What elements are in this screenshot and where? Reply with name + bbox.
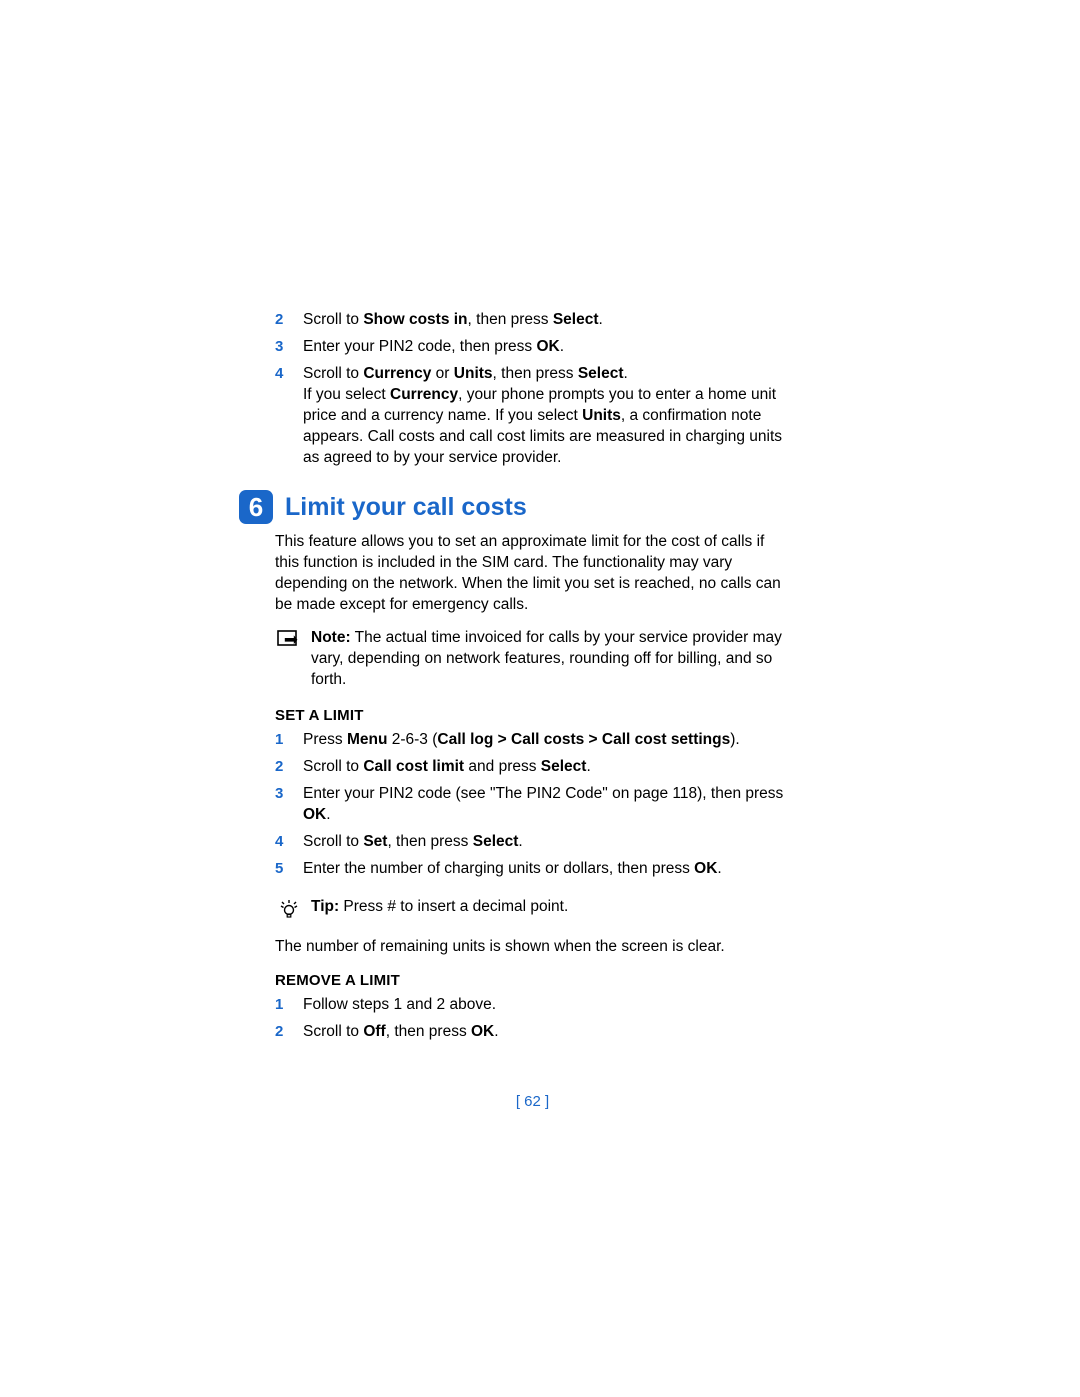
step-number: 4 xyxy=(275,364,303,384)
step-number: 2 xyxy=(275,757,303,777)
set-limit-heading: SET A LIMIT xyxy=(275,707,790,724)
document-page: 2 Scroll to Show costs in, then press Se… xyxy=(0,0,1080,1170)
set-limit-steps: 1 Press Menu 2-6-3 (Call log > Call cost… xyxy=(275,730,790,880)
top-steps: 2 Scroll to Show costs in, then press Se… xyxy=(275,310,790,468)
step-text: Press Menu 2-6-3 (Call log > Call costs … xyxy=(303,730,790,751)
step-number: 2 xyxy=(275,310,303,330)
step-text: Enter the number of charging units or do… xyxy=(303,859,790,880)
remove-limit-heading: REMOVE A LIMIT xyxy=(275,972,790,989)
step-line: Scroll to Currency or Units, then press … xyxy=(303,365,628,382)
step-number: 5 xyxy=(275,859,303,879)
step-text: Scroll to Set, then press Select. xyxy=(303,832,790,853)
note-icon xyxy=(275,628,303,650)
step-item: 1 Follow steps 1 and 2 above. xyxy=(275,995,790,1016)
step-item: 2 Scroll to Show costs in, then press Se… xyxy=(275,310,790,331)
step-text: Scroll to Currency or Units, then press … xyxy=(303,364,790,469)
step-item: 2 Scroll to Off, then press OK. xyxy=(275,1022,790,1043)
step-number: 2 xyxy=(275,1022,303,1042)
step-number: 1 xyxy=(275,995,303,1015)
page-number: [ 62 ] xyxy=(275,1093,790,1110)
step-item: 4 Scroll to Set, then press Select. xyxy=(275,832,790,853)
section-title: Limit your call costs xyxy=(285,493,527,522)
note-label: Note: xyxy=(311,629,351,646)
step-item: 3 Enter your PIN2 code, then press OK. xyxy=(275,337,790,358)
step-number: 4 xyxy=(275,832,303,852)
section-number-badge: 6 xyxy=(239,490,273,524)
tip-body: Press # to insert a decimal point. xyxy=(339,898,568,915)
step-item: 5 Enter the number of charging units or … xyxy=(275,859,790,880)
step-item: 4 Scroll to Currency or Units, then pres… xyxy=(275,364,790,469)
step-number: 3 xyxy=(275,784,303,804)
section-heading: 6 Limit your call costs xyxy=(239,490,790,524)
step-item: 3 Enter your PIN2 code (see "The PIN2 Co… xyxy=(275,784,790,826)
tip-text: Tip: Press # to insert a decimal point. xyxy=(303,897,790,918)
section-intro: This feature allows you to set an approx… xyxy=(275,532,790,616)
step-item: 2 Scroll to Call cost limit and press Se… xyxy=(275,757,790,778)
step-text: Enter your PIN2 code, then press OK. xyxy=(303,337,790,358)
note-block: Note: The actual time invoiced for calls… xyxy=(275,628,790,691)
after-tip-text: The number of remaining units is shown w… xyxy=(275,937,790,958)
step-text: Scroll to Call cost limit and press Sele… xyxy=(303,757,790,778)
step-text: Enter your PIN2 code (see "The PIN2 Code… xyxy=(303,784,790,826)
tip-label: Tip: xyxy=(311,898,339,915)
step-text: Follow steps 1 and 2 above. xyxy=(303,995,790,1016)
note-body: The actual time invoiced for calls by yo… xyxy=(311,629,782,688)
step-item: 1 Press Menu 2-6-3 (Call log > Call cost… xyxy=(275,730,790,751)
step-number: 3 xyxy=(275,337,303,357)
step-continuation: If you select Currency, your phone promp… xyxy=(303,386,782,466)
step-number: 1 xyxy=(275,730,303,750)
step-text: Scroll to Off, then press OK. xyxy=(303,1022,790,1043)
tip-block: Tip: Press # to insert a decimal point. xyxy=(275,897,790,921)
note-text: Note: The actual time invoiced for calls… xyxy=(303,628,790,691)
remove-limit-steps: 1 Follow steps 1 and 2 above. 2 Scroll t… xyxy=(275,995,790,1043)
lightbulb-icon xyxy=(275,897,303,921)
step-text: Scroll to Show costs in, then press Sele… xyxy=(303,310,790,331)
